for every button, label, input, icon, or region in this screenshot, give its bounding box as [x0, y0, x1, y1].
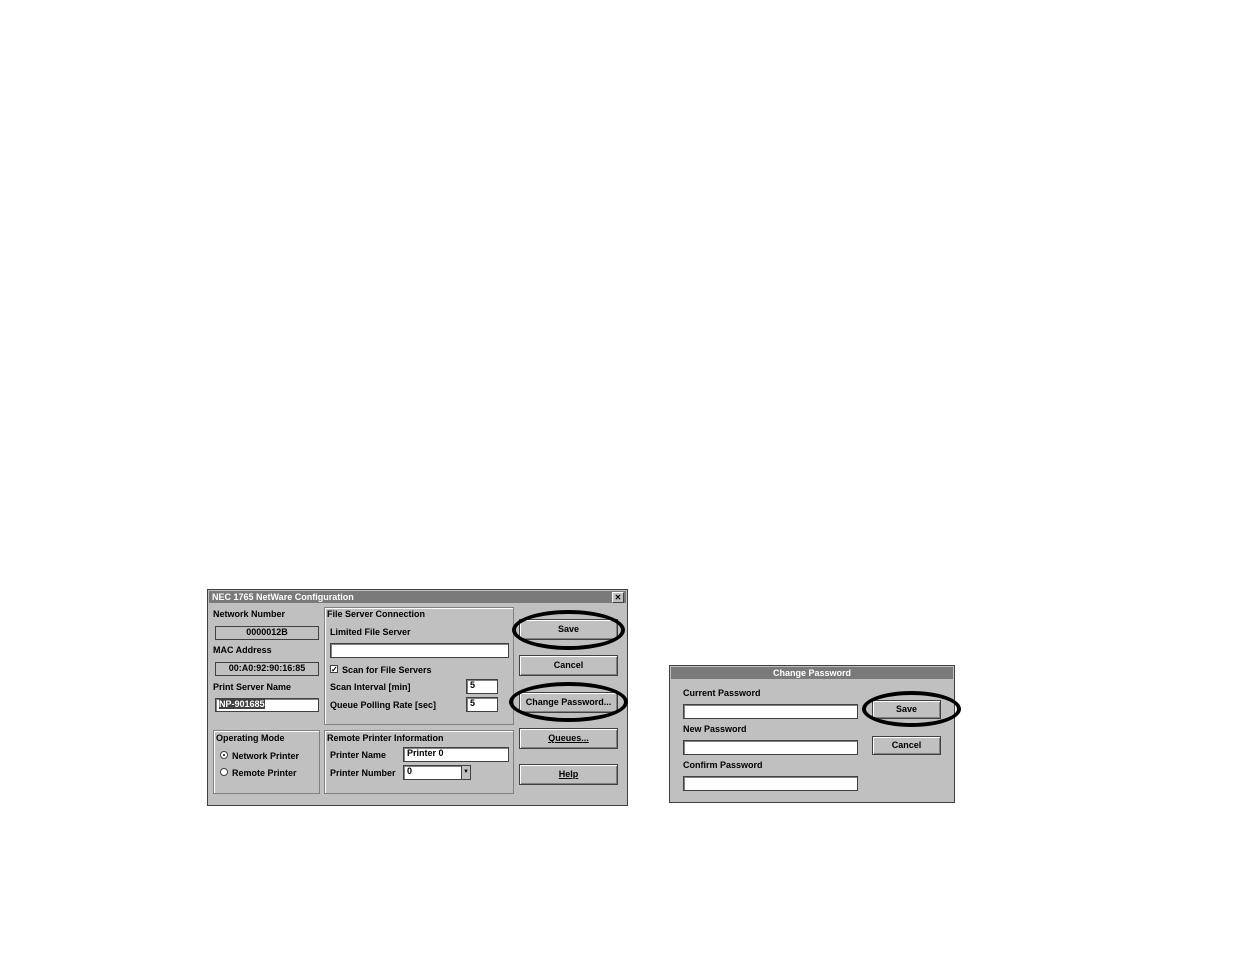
printer-number-value: 0 — [407, 766, 413, 776]
scan-file-servers-label: Scan for File Servers — [342, 665, 432, 675]
change-password-button[interactable]: Change Password... — [519, 692, 618, 713]
network-number-value: 0000012B — [215, 626, 319, 640]
queues-button[interactable]: Queues... — [519, 728, 618, 749]
save-button[interactable]: Save — [519, 619, 618, 640]
netware-config-window: NEC 1765 NetWare Configuration ✕ Network… — [207, 589, 628, 806]
close-icon[interactable]: ✕ — [612, 592, 624, 603]
network-printer-label: Network Printer — [232, 751, 300, 761]
mac-address-label: MAC Address — [213, 645, 272, 655]
change-password-window: Change Password Current Password New Pas… — [669, 665, 955, 803]
printer-number-label: Printer Number — [330, 768, 396, 778]
chevron-down-icon[interactable]: ▼ — [461, 766, 470, 779]
config-title: NEC 1765 NetWare Configuration — [212, 592, 354, 602]
remote-printer-radio[interactable] — [220, 768, 228, 776]
confirm-password-input[interactable] — [683, 776, 858, 791]
change-password-cancel-button[interactable]: Cancel — [872, 736, 941, 755]
config-title-bar: NEC 1765 NetWare Configuration ✕ — [209, 591, 626, 603]
file-server-connection-title: File Server Connection — [327, 609, 426, 619]
printer-number-select[interactable]: 0 ▼ — [403, 765, 471, 780]
print-server-name-input[interactable]: NP-901685 — [215, 698, 319, 712]
printer-name-input[interactable]: Printer 0 — [403, 747, 509, 762]
limited-file-server-input[interactable] — [330, 643, 509, 658]
cancel-button[interactable]: Cancel — [519, 655, 618, 676]
current-password-label: Current Password — [683, 688, 761, 698]
remote-printer-label: Remote Printer — [232, 768, 297, 778]
current-password-input[interactable] — [683, 704, 858, 719]
print-server-name-value: NP-901685 — [219, 699, 265, 709]
scan-interval-label: Scan Interval [min] — [330, 682, 411, 692]
new-password-label: New Password — [683, 724, 747, 734]
network-printer-radio[interactable] — [220, 751, 228, 759]
new-password-input[interactable] — [683, 740, 858, 755]
scan-interval-input[interactable]: 5 — [466, 679, 498, 694]
printer-name-label: Printer Name — [330, 750, 387, 760]
queue-polling-input[interactable]: 5 — [466, 697, 498, 712]
remote-printer-info-title: Remote Printer Information — [327, 733, 444, 743]
limited-file-server-label: Limited File Server — [330, 627, 411, 637]
change-password-save-button[interactable]: Save — [872, 700, 941, 719]
network-number-label: Network Number — [213, 609, 286, 619]
radio-selected-dot — [223, 754, 225, 756]
confirm-password-label: Confirm Password — [683, 760, 763, 770]
change-password-title-bar: Change Password — [671, 667, 953, 679]
queue-polling-label: Queue Polling Rate [sec] — [330, 700, 437, 710]
help-button[interactable]: Help — [519, 764, 618, 785]
print-server-name-label: Print Server Name — [213, 682, 292, 692]
change-password-title: Change Password — [772, 668, 852, 678]
mac-address-value: 00:A0:92:90:16:85 — [215, 662, 319, 676]
scan-file-servers-checkbox[interactable]: ✓ — [330, 665, 338, 674]
operating-mode-title: Operating Mode — [216, 733, 285, 743]
